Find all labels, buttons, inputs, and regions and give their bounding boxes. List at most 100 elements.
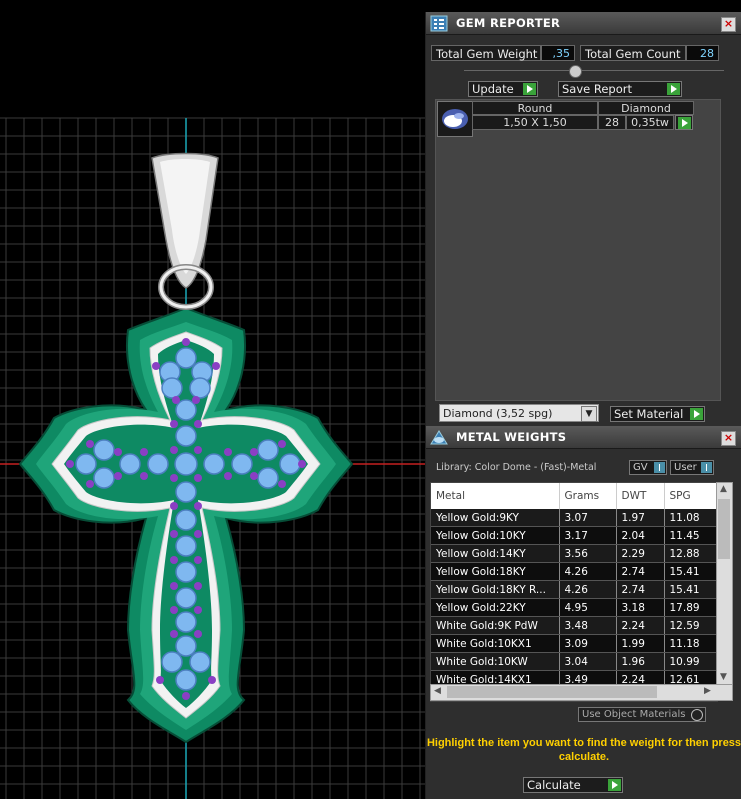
user-toggle[interactable]: User <box>670 460 714 475</box>
total-gem-count-label: Total Gem Count <box>580 45 686 61</box>
library-label: Library: Color Dome - (Fast)-Metal <box>436 462 597 473</box>
cell-spg: 17.89 <box>664 598 717 617</box>
vertical-scrollbar[interactable]: ▲ ▼ <box>716 482 733 686</box>
close-icon[interactable]: × <box>721 431 736 446</box>
cell-spg: 11.08 <box>664 509 717 527</box>
table-row[interactable]: Yellow Gold:9KY 3.07 1.97 11.08 <box>431 509 717 527</box>
set-material-label: Set Material <box>614 407 684 421</box>
gem-stone-type: Diamond <box>598 101 694 115</box>
scroll-right-icon[interactable]: ▶ <box>704 686 711 696</box>
play-icon <box>608 779 621 791</box>
table-row[interactable]: White Gold:10KW 3.04 1.96 10.99 <box>431 652 717 671</box>
gv-toggle[interactable]: GV <box>629 460 667 475</box>
total-gem-weight-label: Total Gem Weight <box>431 45 541 61</box>
cell-spg: 11.18 <box>664 634 717 653</box>
gem-count: 28 <box>598 115 626 130</box>
cell-dwt: 2.04 <box>616 526 665 545</box>
scroll-thumb[interactable] <box>718 499 730 559</box>
cell-grams: 3.09 <box>559 634 617 653</box>
metal-dome-icon <box>430 430 448 445</box>
column-header-grams[interactable]: Grams <box>559 483 617 509</box>
cell-metal: Yellow Gold:14KY <box>431 544 560 563</box>
gem-reporter-panel: GEM REPORTER × Total Gem Weight ,35 Tota… <box>425 12 741 426</box>
table-row[interactable]: Yellow Gold:22KY 4.95 3.18 17.89 <box>431 598 717 617</box>
calculate-button[interactable]: Calculate <box>523 777 623 793</box>
update-button[interactable]: Update <box>468 81 538 97</box>
scroll-up-icon[interactable]: ▲ <box>720 484 727 494</box>
material-dropdown-value: Diamond (3,52 spg) <box>443 407 553 420</box>
metal-weights-table[interactable]: Metal Grams DWT SPG Yellow Gold:9KY 3.07 1… <box>430 482 718 702</box>
table-row[interactable]: Yellow Gold:18KY R... 4.26 2.74 15.41 <box>431 580 717 599</box>
cell-dwt: 2.29 <box>616 544 665 563</box>
viewport-3d[interactable] <box>0 0 425 799</box>
cell-metal: Yellow Gold:18KY <box>431 562 560 581</box>
update-label: Update <box>472 82 514 96</box>
report-icon <box>430 15 448 32</box>
table-row[interactable]: Yellow Gold:18KY 4.26 2.74 15.41 <box>431 562 717 581</box>
cell-spg: 12.88 <box>664 544 717 563</box>
bail[interactable] <box>151 152 219 310</box>
toggle-indicator-icon <box>654 462 665 473</box>
cell-grams: 3.48 <box>559 616 617 635</box>
cell-metal: Yellow Gold:22KY <box>431 598 560 617</box>
horizontal-scrollbar[interactable]: ◀ ▶ <box>430 684 733 701</box>
cell-metal: Yellow Gold:9KY <box>431 509 560 527</box>
radio-icon <box>691 709 703 721</box>
gem-size: 1,50 X 1,50 <box>472 115 598 130</box>
save-report-button[interactable]: Save Report <box>558 81 682 97</box>
scroll-thumb[interactable] <box>447 686 657 698</box>
metal-weights-panel: METAL WEIGHTS × Library: Color Dome - (F… <box>425 426 741 799</box>
table-row[interactable]: White Gold:9K PdW 3.48 2.24 12.59 <box>431 616 717 635</box>
cell-spg: 10.99 <box>664 652 717 671</box>
cell-dwt: 1.96 <box>616 652 665 671</box>
gem-reporter-titlebar[interactable]: GEM REPORTER × <box>426 12 741 35</box>
cell-spg: 15.41 <box>664 562 717 581</box>
metal-weights-titlebar[interactable]: METAL WEIGHTS × <box>426 426 741 449</box>
scroll-left-icon[interactable]: ◀ <box>434 686 441 696</box>
calculate-label: Calculate <box>527 778 581 792</box>
chevron-down-icon: ▼ <box>581 406 597 422</box>
gv-label: GV <box>633 462 648 473</box>
play-icon <box>523 83 536 95</box>
viewport-canvas <box>0 117 425 799</box>
cell-metal: Yellow Gold:10KY <box>431 526 560 545</box>
cell-metal: White Gold:10KX1 <box>431 634 560 653</box>
cell-grams: 3.56 <box>559 544 617 563</box>
use-object-materials-label: Use Object Materials <box>582 709 686 720</box>
column-header-metal[interactable]: Metal <box>431 483 560 509</box>
play-icon <box>678 117 691 129</box>
cell-grams: 4.95 <box>559 598 617 617</box>
column-header-spg[interactable]: SPG <box>664 483 717 509</box>
scroll-down-icon[interactable]: ▼ <box>720 672 727 682</box>
set-material-button[interactable]: Set Material <box>610 406 705 422</box>
round-gem-icon[interactable] <box>437 101 473 137</box>
cell-metal: White Gold:10KW <box>431 652 560 671</box>
cell-dwt: 2.74 <box>616 562 665 581</box>
save-report-label: Save Report <box>562 82 633 96</box>
collapse-icon[interactable] <box>569 65 582 78</box>
metal-weights-title: METAL WEIGHTS <box>456 430 567 444</box>
table-row[interactable]: White Gold:10KX1 3.09 1.99 11.18 <box>431 634 717 653</box>
cell-spg: 11.45 <box>664 526 717 545</box>
gem-row-go-button[interactable] <box>675 115 693 130</box>
cell-spg: 12.59 <box>664 616 717 635</box>
total-gem-weight-value: ,35 <box>541 45 575 61</box>
play-icon <box>667 83 680 95</box>
cell-dwt: 2.74 <box>616 580 665 599</box>
column-header-dwt[interactable]: DWT <box>616 483 665 509</box>
cell-grams: 4.26 <box>559 562 617 581</box>
cell-dwt: 1.99 <box>616 634 665 653</box>
cell-dwt: 1.97 <box>616 509 665 527</box>
cell-metal: White Gold:9K PdW <box>431 616 560 635</box>
cell-grams: 4.26 <box>559 580 617 599</box>
table-row[interactable]: Yellow Gold:10KY 3.17 2.04 11.45 <box>431 526 717 545</box>
gem-shape: Round <box>472 101 598 115</box>
hint-text: Highlight the item you want to find the … <box>426 737 741 763</box>
close-icon[interactable]: × <box>721 17 736 32</box>
gem-reporter-title: GEM REPORTER <box>456 16 561 30</box>
use-object-materials-toggle[interactable]: Use Object Materials <box>578 707 706 722</box>
material-dropdown[interactable]: Diamond (3,52 spg) ▼ <box>439 404 599 422</box>
table-row[interactable]: Yellow Gold:14KY 3.56 2.29 12.88 <box>431 544 717 563</box>
cell-dwt: 2.24 <box>616 616 665 635</box>
total-gem-count-value: 28 <box>686 45 719 61</box>
